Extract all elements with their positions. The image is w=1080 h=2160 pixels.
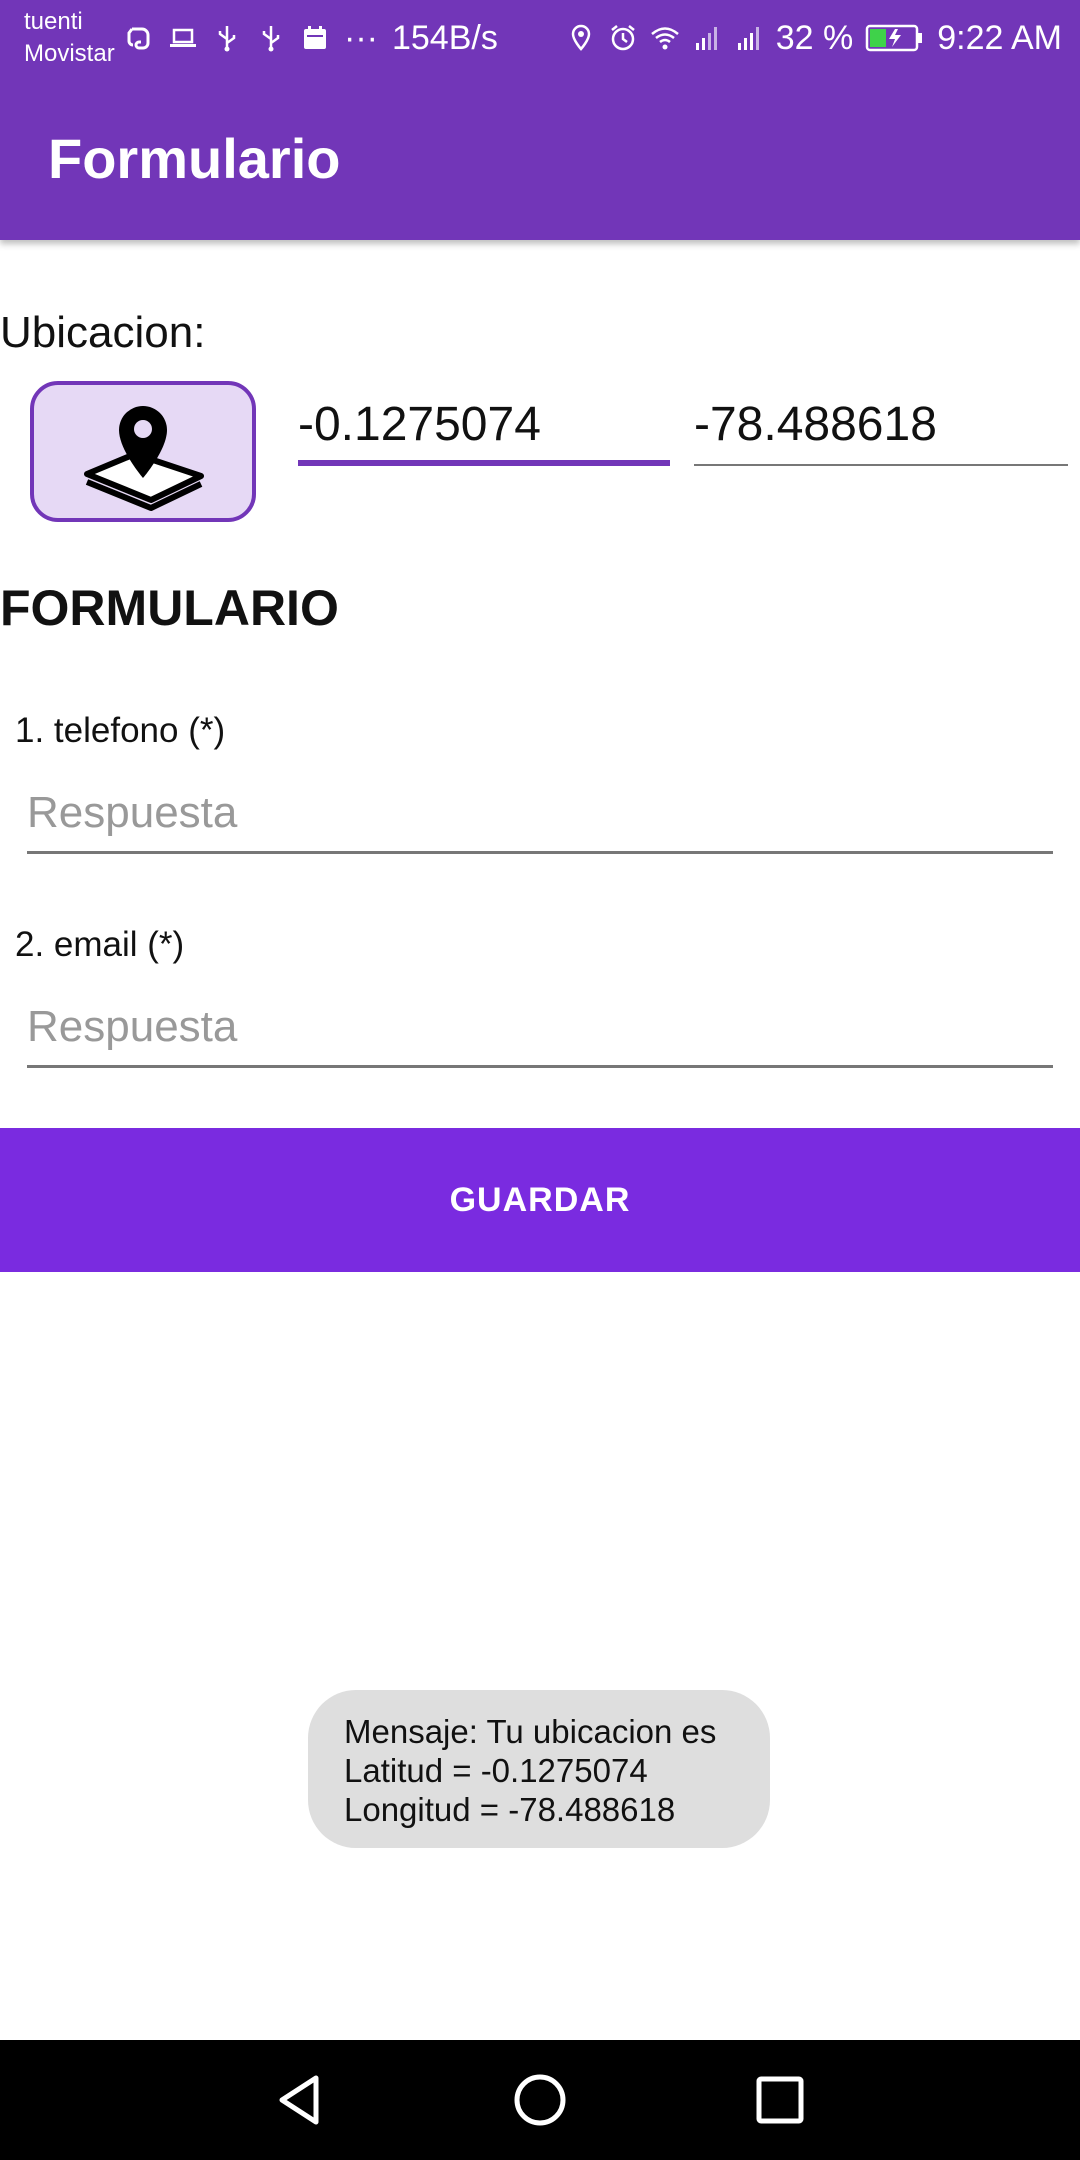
status-bar: tuenti Movistar ··· 154B/s 32 % 9:22 AM	[0, 0, 1080, 76]
usb-icon	[218, 26, 236, 52]
email-input[interactable]: Respuesta	[27, 994, 1053, 1068]
home-button[interactable]	[500, 2060, 580, 2140]
app-title: Formulario	[48, 127, 341, 190]
question-1-label: 1. telefono (*)	[15, 711, 226, 750]
signal-icon	[695, 27, 717, 50]
map-pin-phone-icon	[84, 405, 204, 511]
battery-percent: 32 %	[775, 19, 854, 57]
back-button[interactable]	[260, 2060, 340, 2140]
usb-icon	[262, 26, 280, 52]
longitude-field[interactable]: -78.488618	[694, 390, 1068, 466]
carrier-line-2: Movistar	[24, 40, 115, 67]
network-speed: 154B/s	[391, 19, 498, 57]
toast-line-2: Latitud = -0.1275074	[344, 1752, 648, 1789]
recents-icon	[756, 2076, 804, 2124]
carrier-line-1: tuenti	[24, 8, 83, 35]
app-header: tuenti Movistar ··· 154B/s 32 % 9:22 AM …	[0, 0, 1080, 240]
laptop-icon	[170, 28, 196, 47]
screen: tuenti Movistar ··· 154B/s 32 % 9:22 AM …	[0, 0, 1080, 2160]
toast-line-3: Longitud = -78.488618	[344, 1791, 676, 1828]
get-location-button[interactable]	[30, 381, 256, 522]
location-icon	[571, 24, 591, 51]
home-icon	[514, 2074, 566, 2126]
clock: 9:22 AM	[937, 19, 1062, 57]
status-icons-right: 32 % 9:22 AM	[566, 16, 1062, 60]
telefono-input[interactable]: Respuesta	[27, 780, 1053, 854]
more-icon: ···	[344, 19, 378, 57]
alarm-icon	[610, 25, 635, 51]
toast-message: Mensaje: Tu ubicacion es Latitud = -0.12…	[308, 1690, 770, 1848]
battery-icon	[866, 24, 923, 52]
toast-line-1: Mensaje: Tu ubicacion es	[344, 1713, 717, 1750]
latitude-field[interactable]: -0.1275074	[298, 390, 670, 466]
evernote-icon	[127, 27, 150, 50]
question-2-label: 2. email (*)	[15, 925, 185, 964]
wifi-icon	[650, 27, 679, 50]
back-icon	[279, 2075, 319, 2125]
navigation-bar	[0, 2040, 1080, 2160]
carrier-name: tuenti Movistar	[24, 6, 115, 70]
save-button[interactable]: GUARDAR	[0, 1128, 1080, 1272]
calendar-icon	[304, 26, 326, 49]
signal-icon	[737, 27, 759, 50]
status-icons-left: ··· 154B/s	[124, 16, 498, 60]
recents-button[interactable]	[740, 2060, 820, 2140]
location-label: Ubicacion:	[0, 308, 206, 357]
form-heading: FORMULARIO	[0, 580, 339, 636]
